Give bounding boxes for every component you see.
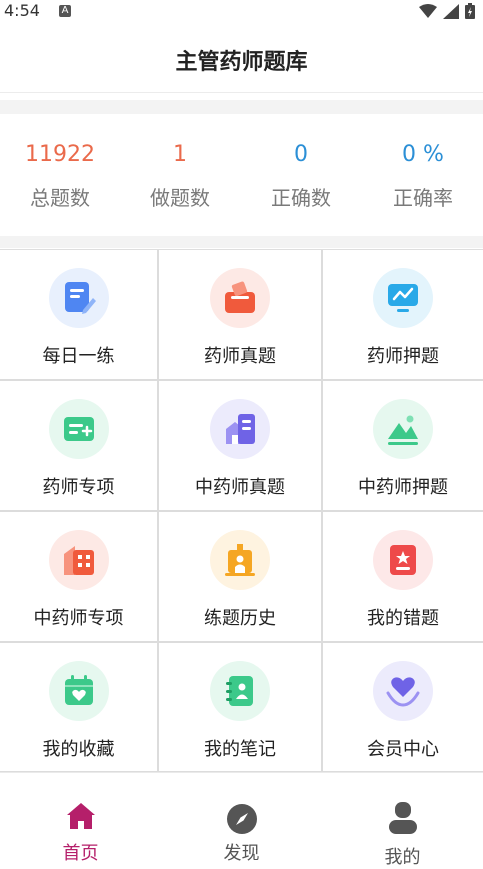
tcm-special-topic-icon bbox=[63, 546, 94, 575]
stats-panel: 11922 总题数 1 做题数 0 正确数 0 % 正确率 bbox=[0, 114, 483, 236]
wrong-questions-icon bbox=[390, 545, 416, 575]
stat-value: 11922 bbox=[25, 142, 95, 167]
grid-item-label: 会员中心 bbox=[367, 739, 439, 760]
compass-icon bbox=[226, 804, 257, 834]
predicted-questions-icon bbox=[388, 284, 418, 312]
stat-total-questions: 11922 总题数 bbox=[0, 114, 120, 211]
stat-value: 0 bbox=[294, 142, 308, 167]
status-time: 4:54 bbox=[4, 1, 40, 20]
stat-label: 正确率 bbox=[393, 186, 453, 210]
stat-value: 1 bbox=[173, 142, 187, 167]
grid-item-label: 我的笔记 bbox=[204, 739, 276, 760]
special-topic-icon bbox=[63, 417, 94, 441]
wifi-icon bbox=[419, 3, 437, 18]
stat-label: 正确数 bbox=[271, 186, 331, 210]
icon-circle bbox=[210, 530, 270, 590]
header: 主管药师题库 bbox=[0, 22, 483, 93]
grid-item-label: 药师真题 bbox=[204, 346, 276, 367]
status-icons bbox=[419, 3, 475, 19]
stat-value: 0 % bbox=[402, 142, 444, 167]
grid-item-label: 中药师专项 bbox=[33, 608, 124, 629]
tcm-predicted-icon bbox=[388, 415, 418, 445]
tab-home[interactable]: 首页 bbox=[0, 773, 161, 866]
practice-history-icon bbox=[225, 544, 255, 576]
user-icon bbox=[388, 802, 417, 834]
home-icon bbox=[66, 803, 95, 829]
tab-label: 首页 bbox=[62, 843, 99, 864]
grid-item-wrong-questions[interactable]: 我的错题 bbox=[323, 512, 483, 643]
icon-circle bbox=[373, 530, 433, 590]
icon-circle bbox=[210, 661, 270, 721]
icon-circle bbox=[48, 268, 109, 328]
grid-item-notes[interactable]: 我的笔记 bbox=[159, 643, 323, 773]
grid-item-label: 每日一练 bbox=[42, 346, 115, 367]
feature-grid: 每日一练 药师真题 药师押题 药师专项 中药师真题 中药师押题 中药师专项 练题… bbox=[0, 249, 483, 773]
grid-item-special-topic[interactable]: 药师专项 bbox=[0, 381, 159, 512]
grid-item-label: 我的错题 bbox=[367, 608, 439, 629]
icon-circle bbox=[373, 661, 433, 721]
grid-item-label: 中药师真题 bbox=[195, 477, 285, 498]
signal-icon bbox=[443, 3, 459, 19]
stat-label: 做题数 bbox=[150, 186, 210, 210]
grid-item-tcm-predicted[interactable]: 中药师押题 bbox=[323, 381, 483, 512]
icon-circle bbox=[373, 268, 433, 328]
section-divider bbox=[0, 100, 483, 114]
grid-item-predicted-questions[interactable]: 药师押题 bbox=[323, 250, 483, 381]
icon-circle bbox=[210, 268, 270, 328]
icon-circle bbox=[48, 661, 109, 721]
status-bar: 4:54 A bbox=[0, 0, 483, 22]
bottom-tab-bar: 首页 发现 我的 bbox=[0, 772, 483, 868]
tab-mine[interactable]: 我的 bbox=[322, 773, 483, 868]
grid-item-tcm-special-topic[interactable]: 中药师专项 bbox=[0, 512, 159, 643]
member-center-icon bbox=[386, 677, 420, 707]
tab-label: 我的 bbox=[384, 847, 421, 868]
stat-accuracy-rate: 0 % 正确率 bbox=[363, 114, 483, 211]
sim-indicator-icon: A bbox=[59, 5, 71, 17]
icon-circle bbox=[48, 399, 109, 459]
icon-circle bbox=[210, 399, 270, 459]
favorites-icon bbox=[64, 675, 93, 705]
section-divider bbox=[0, 236, 483, 248]
icon-circle bbox=[48, 530, 109, 590]
real-exam-icon bbox=[225, 281, 255, 313]
daily-practice-icon bbox=[64, 282, 96, 314]
grid-item-daily-practice[interactable]: 每日一练 bbox=[0, 250, 159, 381]
tab-discover[interactable]: 发现 bbox=[161, 773, 322, 866]
grid-item-label: 中药师押题 bbox=[358, 477, 448, 498]
grid-item-practice-history[interactable]: 练题历史 bbox=[159, 512, 323, 643]
grid-item-real-exam[interactable]: 药师真题 bbox=[159, 250, 323, 381]
grid-item-label: 练题历史 bbox=[204, 608, 276, 629]
tcm-real-exam-icon bbox=[226, 414, 255, 444]
grid-item-label: 药师押题 bbox=[367, 346, 439, 367]
tab-label: 发现 bbox=[223, 843, 260, 864]
stat-correct-count: 0 正确数 bbox=[241, 114, 361, 211]
stat-label: 总题数 bbox=[30, 186, 90, 210]
grid-item-tcm-real-exam[interactable]: 中药师真题 bbox=[159, 381, 323, 512]
grid-item-label: 药师专项 bbox=[42, 477, 115, 498]
grid-item-member-center[interactable]: 会员中心 bbox=[323, 643, 483, 773]
notes-icon bbox=[226, 676, 253, 706]
grid-item-label: 我的收藏 bbox=[42, 739, 115, 760]
grid-item-favorites[interactable]: 我的收藏 bbox=[0, 643, 159, 773]
page-title: 主管药师题库 bbox=[175, 50, 308, 75]
stat-answered-questions: 1 做题数 bbox=[120, 114, 240, 211]
icon-circle bbox=[373, 399, 433, 459]
battery-icon bbox=[465, 3, 475, 19]
